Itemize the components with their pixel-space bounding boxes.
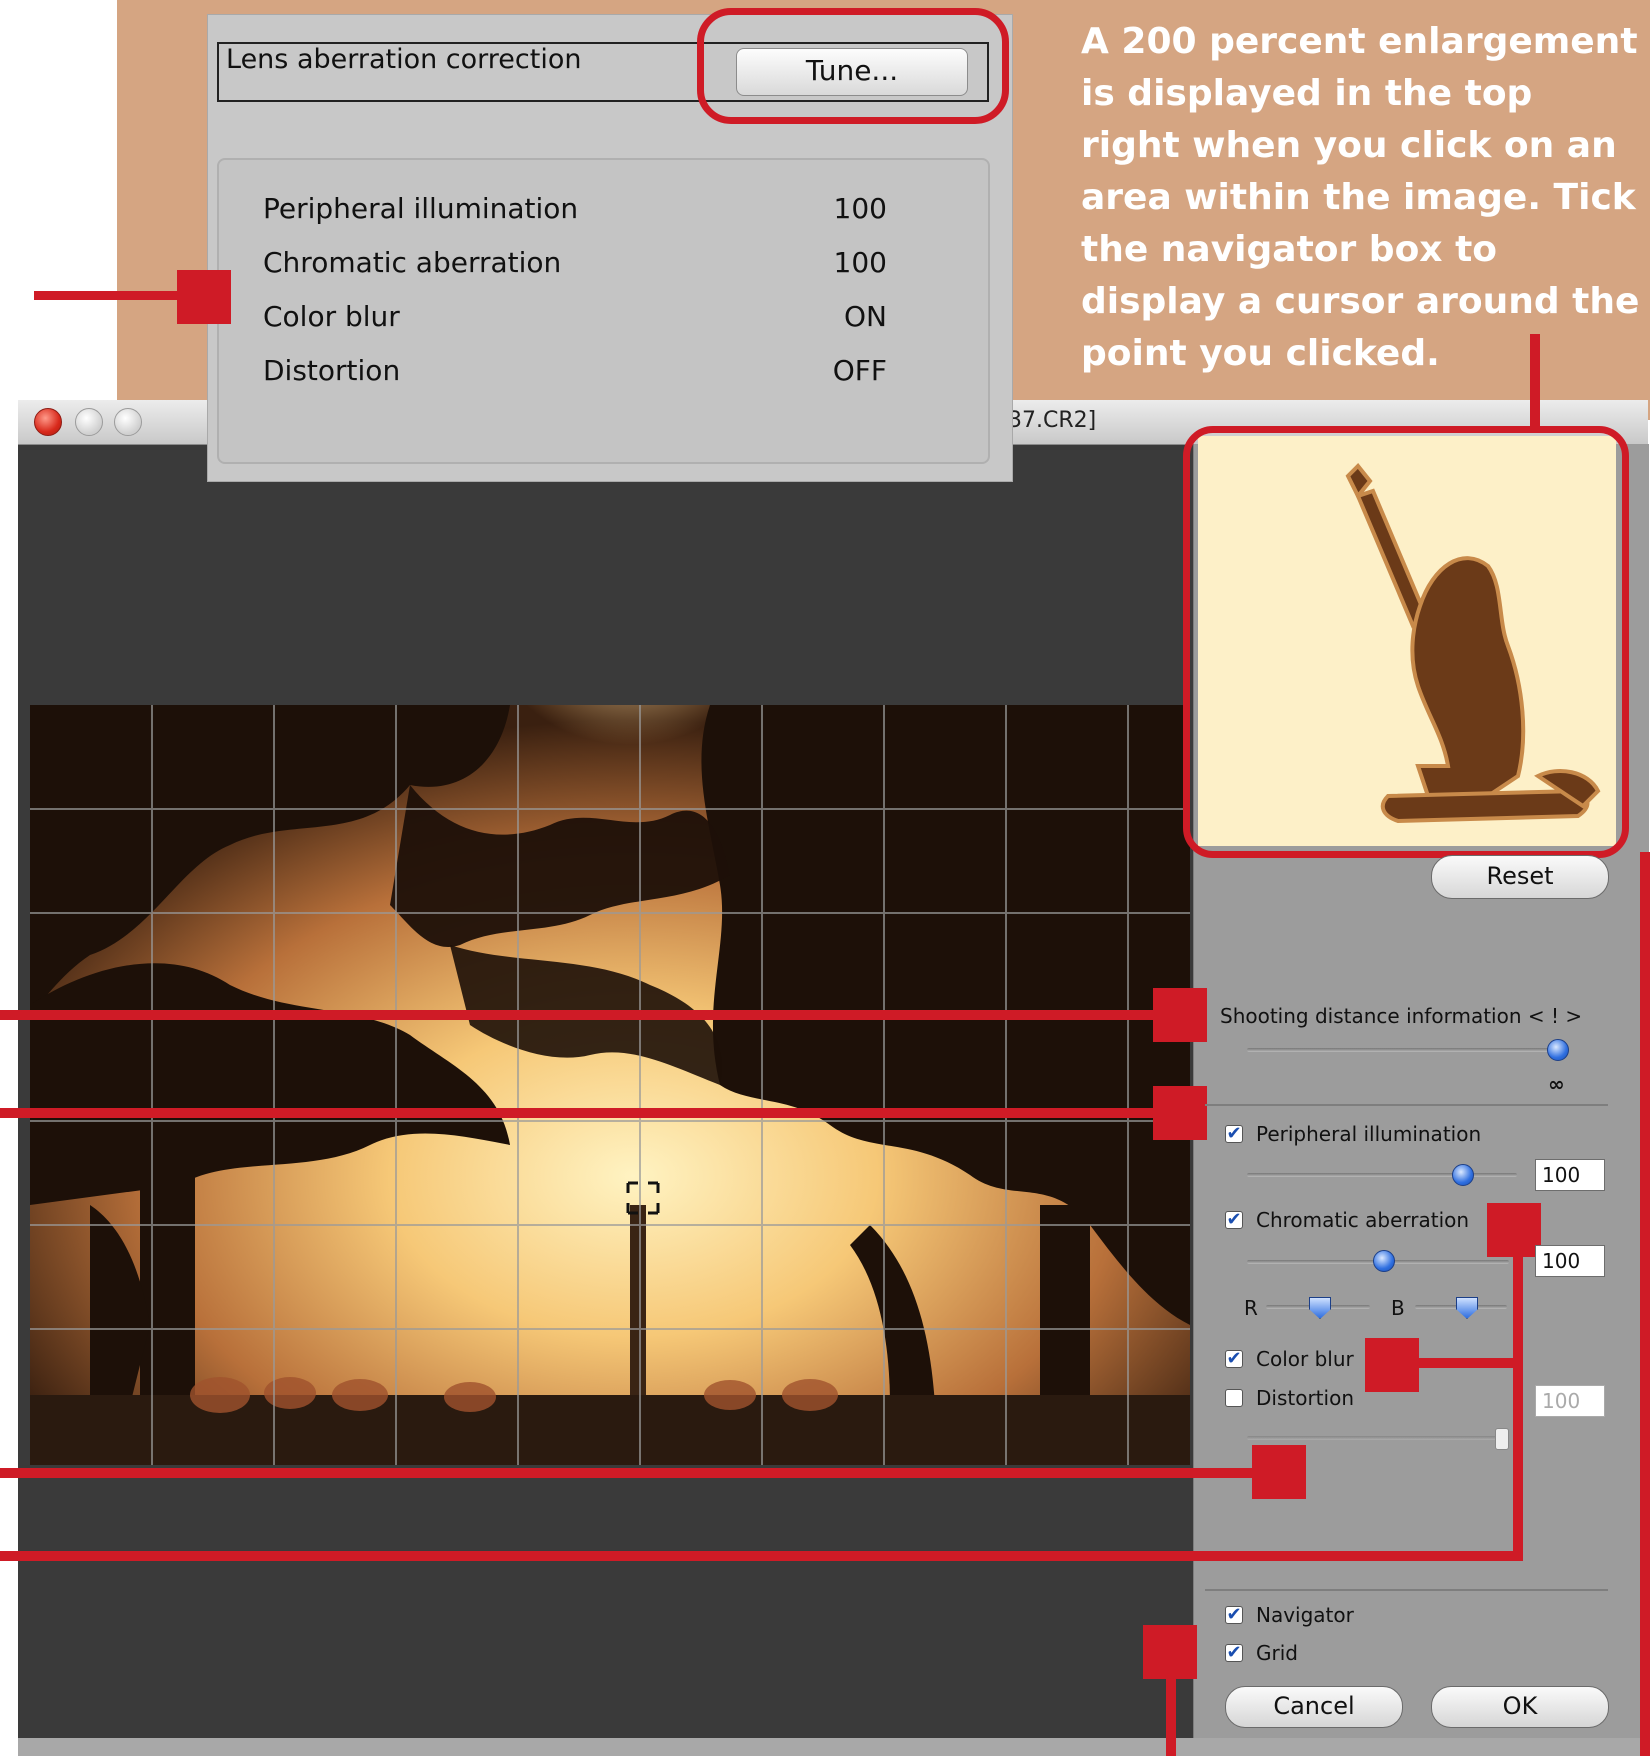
grid-label: Grid: [1256, 1641, 1298, 1665]
summary-label-chromatic: Chromatic aberration: [263, 246, 562, 279]
peripheral-track[interactable]: [1247, 1173, 1517, 1177]
check-icon: ✔: [1226, 1604, 1242, 1625]
check-icon: ✔: [1226, 1348, 1242, 1369]
window-bottom-bar: [18, 1738, 1648, 1756]
grid-checkbox[interactable]: ✔: [1225, 1644, 1243, 1662]
pointer-marker: [1143, 1625, 1197, 1679]
panel-divider: [1205, 1104, 1608, 1106]
pointer-marker: [177, 270, 231, 324]
navigator-label: Navigator: [1256, 1603, 1354, 1627]
summary-value-distortion: OFF: [832, 354, 887, 387]
chromatic-slider-thumb[interactable]: [1373, 1250, 1395, 1272]
check-icon: ✔: [1226, 1642, 1242, 1663]
instruction-text: A 200 percent enlargement is displayed i…: [1081, 21, 1640, 374]
peripheral-label: Peripheral illumination: [1256, 1122, 1482, 1146]
chromatic-value-field[interactable]: 100: [1535, 1245, 1605, 1277]
check-icon: ✔: [1226, 1209, 1242, 1230]
tune-button-highlight: [697, 8, 1009, 124]
shooting-distance-label: Shooting distance information < ! >: [1220, 1004, 1583, 1028]
pointer-line: [1640, 852, 1650, 1756]
pointer-marker: [1153, 1086, 1207, 1140]
peripheral-slider-thumb[interactable]: [1452, 1164, 1474, 1186]
chromatic-checkbox[interactable]: ✔: [1225, 1211, 1243, 1229]
distortion-value-field[interactable]: 100: [1535, 1385, 1605, 1417]
pointer-line: [0, 1010, 1175, 1020]
minimize-window-button[interactable]: [75, 408, 103, 436]
distortion-checkbox[interactable]: [1225, 1389, 1243, 1407]
color-blur-checkbox[interactable]: ✔: [1225, 1350, 1243, 1368]
lens-aberration-label: Lens aberration correction: [226, 44, 582, 75]
summary-label-color-blur: Color blur: [263, 300, 400, 333]
pointer-line: [1166, 1679, 1176, 1756]
pointer-line: [1530, 334, 1540, 428]
pointer-line: [0, 1108, 1175, 1118]
summary-value-color-blur: ON: [844, 300, 887, 333]
ok-button[interactable]: OK: [1431, 1686, 1609, 1728]
blue-channel-label: B: [1391, 1296, 1405, 1320]
image-preview[interactable]: [30, 705, 1190, 1465]
window-title: 37.CR2]: [1008, 408, 1097, 433]
check-icon: ✔: [1226, 1123, 1242, 1144]
cancel-button[interactable]: Cancel: [1225, 1686, 1403, 1728]
summary-label-distortion: Distortion: [263, 354, 401, 387]
zoom-window-button[interactable]: [114, 408, 142, 436]
color-blur-label: Color blur: [1256, 1347, 1354, 1371]
pointer-line: [1513, 1223, 1523, 1561]
preview-photo: [30, 705, 1190, 1465]
red-channel-label: R: [1244, 1296, 1258, 1320]
pointer-marker: [1153, 988, 1207, 1042]
shooting-distance-slider-thumb[interactable]: [1547, 1039, 1569, 1061]
summary-label-peripheral: Peripheral illumination: [263, 192, 579, 225]
infinity-label: ∞: [1548, 1072, 1565, 1096]
chromatic-label: Chromatic aberration: [1256, 1208, 1470, 1232]
pointer-marker: [1252, 1445, 1306, 1499]
navigator-checkbox[interactable]: ✔: [1225, 1606, 1243, 1624]
pointer-line: [34, 291, 184, 300]
pointer-marker: [1487, 1203, 1541, 1257]
reset-button[interactable]: Reset: [1431, 855, 1609, 899]
pointer-line: [0, 1551, 1523, 1561]
summary-value-peripheral: 100: [833, 192, 887, 225]
distortion-label: Distortion: [1256, 1386, 1354, 1410]
peripheral-value-field[interactable]: 100: [1535, 1159, 1605, 1191]
pointer-marker: [1365, 1338, 1419, 1392]
pointer-line: [1405, 1358, 1521, 1368]
pointer-line: [0, 1468, 1280, 1478]
navigator-highlight: [1183, 426, 1629, 858]
summary-value-chromatic: 100: [833, 246, 887, 279]
panel-divider: [1205, 1589, 1608, 1591]
distortion-slider-thumb[interactable]: [1495, 1428, 1509, 1450]
distortion-track[interactable]: [1247, 1436, 1502, 1440]
peripheral-checkbox[interactable]: ✔: [1225, 1125, 1243, 1143]
shooting-distance-track[interactable]: [1247, 1048, 1559, 1052]
close-window-button[interactable]: [34, 408, 62, 436]
